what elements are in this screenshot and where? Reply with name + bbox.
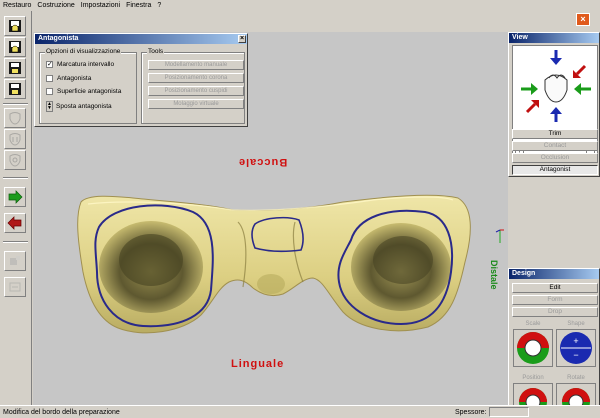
save-disk-alt-button[interactable] [4,79,26,99]
save-crown-alt-button[interactable] [4,37,26,57]
rotate-label: Rotate [567,375,585,381]
shape-label: Shape [567,321,585,327]
orientation-icon [521,50,591,122]
close-icon[interactable]: × [576,13,590,26]
modellamento-button[interactable]: Modellamento manuale [148,60,244,70]
tooth-c-button[interactable] [4,150,26,170]
menu-finestra[interactable]: Finestra [126,2,151,9]
option-label: Antagonista [57,75,92,82]
shape-control[interactable]: + − [556,329,596,367]
options-group: Opzioni di visualizzazione ✓ Marcatura i… [39,48,137,124]
status-text: Modifica del bordo della preparazione [3,408,120,416]
tools-group-label: Tools [147,48,165,55]
save-crown-button[interactable] [4,16,26,36]
save-crown-alt-icon [9,41,21,53]
save-disk-icon [9,62,21,74]
tooth-a-icon [9,112,21,125]
option-marcatura[interactable]: ✓ Marcatura intervallo [46,61,114,68]
view-title: View [512,34,528,41]
posizionamento-cuspidi-button[interactable]: Posizionamento cuspidi [148,86,244,96]
tool-b-icon [9,282,21,292]
menu-impostazioni[interactable]: Impostazioni [81,2,120,9]
menu-restauro[interactable]: Restauro [3,2,31,9]
design-title-bar[interactable]: Design [509,269,599,279]
lingual-label: Linguale [231,358,285,370]
shape-wheel-icon: + − [560,332,592,364]
option-superficie[interactable]: Superficie antagonista [46,88,121,95]
design-panel: Design Edit Form Drop Scale Shape + − Po… [508,268,600,418]
option-label: Marcatura intervallo [57,61,115,68]
scale-control[interactable] [513,329,553,367]
contact-button[interactable]: Contact [512,141,598,151]
tool-a-button[interactable] [4,251,26,271]
prev-step-button[interactable] [4,213,26,233]
antagonista-dialog: Antagonista × Opzioni di visualizzazione… [34,33,248,127]
buccal-label: Buccale [238,156,288,168]
checkbox-checked-icon[interactable]: ✓ [46,61,53,68]
tool-a-icon [10,256,20,265]
antagonista-title: Antagonista [38,35,79,42]
svg-text:−: − [573,350,578,360]
tooth-b-icon [9,133,21,146]
option-antagonista[interactable]: Antagonista [46,75,91,82]
options-group-label: Opzioni di visualizzazione [45,48,122,55]
tooth-c-icon [9,154,21,167]
molaggio-button[interactable]: Molaggio virtuale [148,99,244,109]
tooth-a-button[interactable] [4,108,26,128]
next-arrow-icon [8,190,23,204]
tooth-b-button[interactable] [4,129,26,149]
scale-wheel-icon [517,332,549,364]
status-bar: Modifica del bordo della preparazione Sp… [0,405,600,418]
option-label: Superficie antagonista [57,88,122,95]
antagonista-title-bar[interactable]: Antagonista × [35,34,247,44]
checkbox-icon[interactable] [46,75,53,82]
position-label: Position [522,375,544,381]
drop-button[interactable]: Drop [512,307,598,317]
checkbox-icon[interactable] [46,88,53,95]
left-toolbar [0,11,32,405]
spessore-label: Spessore: [455,408,487,416]
sposta-antagonista[interactable]: ▲ ▼ Sposta antagonista [46,101,112,112]
form-button[interactable]: Form [512,295,598,305]
spinner-icon[interactable]: ▲ ▼ [46,101,53,112]
workspace-header [33,11,600,32]
save-crown-icon [9,20,21,32]
view-title-bar[interactable]: View [509,33,599,43]
view-panel: View + − Trim Contact Occlusion Antagoni… [508,32,600,177]
prev-arrow-icon [7,216,22,230]
posizionamento-corona-button[interactable]: Posizionamento corona [148,73,244,83]
svg-text:+: + [573,336,578,346]
trim-button[interactable]: Trim [512,129,598,139]
menu-bar: Restauro Costruzione Impostazioni Finest… [0,0,600,11]
next-step-button[interactable] [4,187,26,207]
edit-button[interactable]: Edit [512,283,598,293]
axis-indicator [495,229,504,243]
design-title: Design [512,270,536,277]
close-icon[interactable]: × [238,35,246,43]
spin-label: Sposta antagonista [56,103,112,110]
scale-label: Scale [525,321,541,327]
tool-b-button[interactable] [4,277,26,297]
occlusion-button[interactable]: Occlusion [512,153,598,163]
spessore-field[interactable] [489,407,529,417]
antagonist-button[interactable]: Antagonist [512,165,598,175]
save-disk-alt-icon [9,83,21,95]
save-disk-button[interactable] [4,58,26,78]
menu-costruzione[interactable]: Costruzione [37,2,74,9]
menu-help[interactable]: ? [157,2,161,9]
side-label: Distale [489,260,499,290]
tools-group: Tools Modellamento manuale Posizionament… [141,48,245,124]
